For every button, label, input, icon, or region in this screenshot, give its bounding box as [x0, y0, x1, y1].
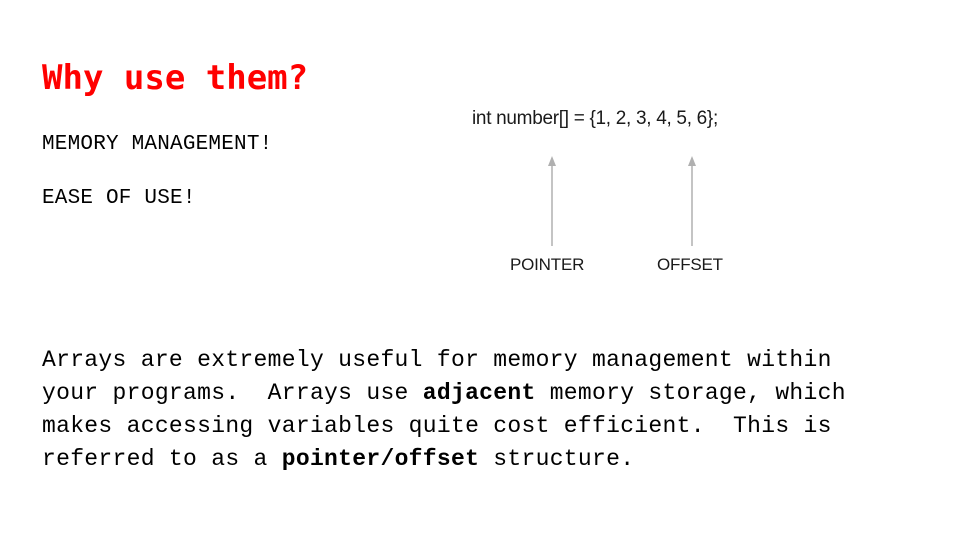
explanation-paragraph: Arrays are extremely useful for memory m… [42, 344, 922, 476]
offset-label: OFFSET [657, 255, 723, 274]
array-declaration-code: int number[] = {1, 2, 3, 4, 5, 6}; [472, 108, 718, 129]
paragraph-text: referred to as a [42, 446, 282, 472]
paragraph-text: Arrays are extremely useful for memory m… [42, 347, 832, 373]
paragraph-text: makes accessing variables quite cost eff… [42, 413, 832, 439]
paragraph-line-3: makes accessing variables quite cost eff… [42, 410, 922, 443]
pointer-label: POINTER [510, 255, 585, 274]
offset-arrow-icon [688, 156, 696, 246]
paragraph-line-2: your programs. Arrays use adjacent memor… [42, 377, 922, 410]
bold-adjacent: adjacent [422, 380, 536, 406]
bullet-memory-management: MEMORY MANAGEMENT! [42, 133, 273, 156]
bullet-ease-of-use: EASE OF USE! [42, 187, 196, 210]
pointer-arrow-icon [548, 156, 556, 246]
bold-pointer-offset: pointer/offset [281, 446, 480, 472]
paragraph-text: structure. [479, 446, 635, 472]
paragraph-line-4: referred to as a pointer/offset structur… [42, 443, 922, 476]
paragraph-text: your programs. Arrays use [42, 380, 423, 406]
slide: Why use them? MEMORY MANAGEMENT! EASE OF… [0, 0, 960, 540]
pointer-offset-diagram: int number[] = {1, 2, 3, 4, 5, 6}; POINT… [460, 100, 800, 290]
paragraph-text: memory storage, which [535, 380, 846, 406]
slide-title: Why use them? [42, 58, 309, 98]
paragraph-line-1: Arrays are extremely useful for memory m… [42, 344, 922, 377]
